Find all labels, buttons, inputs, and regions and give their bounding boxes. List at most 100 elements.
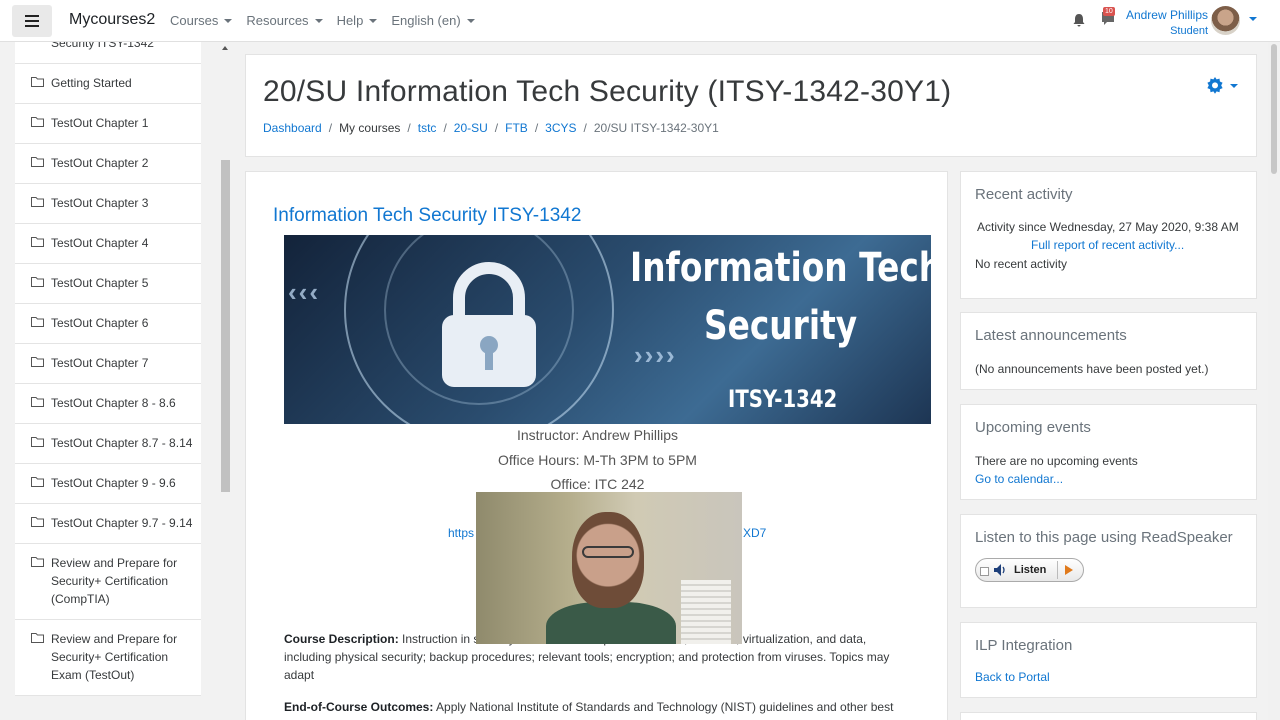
course-banner-image: ‹‹‹ ›››› Information Tech Security ITSY-…: [284, 235, 931, 424]
folder-icon: [31, 633, 44, 643]
top-navbar: Mycourses2 Courses Resources Help Englis…: [0, 0, 1280, 42]
nav-resources-label: Resources: [246, 13, 309, 28]
drawer-section-item[interactable]: Security ITSY-1342: [15, 42, 201, 64]
webcam-person-head: [572, 512, 644, 608]
webcam-person-body: [546, 602, 676, 644]
caret-down-icon: [1230, 84, 1238, 88]
recent-activity-block: Recent activity Activity since Wednesday…: [960, 171, 1257, 299]
caret-down-icon: [314, 18, 323, 23]
drawer-section-item[interactable]: TestOut Chapter 9 - 9.6: [15, 464, 201, 504]
readspeaker-block: Listen to this page using ReadSpeaker Li…: [960, 514, 1257, 608]
drawer-section-item[interactable]: TestOut Chapter 8.7 - 8.14: [15, 424, 201, 464]
avatar[interactable]: [1211, 6, 1240, 35]
folder-icon: [31, 517, 44, 527]
listen-divider: [1057, 561, 1058, 579]
folder-icon: [31, 237, 44, 247]
course-outcomes: End-of-Course Outcomes: Apply National I…: [284, 698, 914, 716]
drawer-section-label: Getting Started: [51, 76, 132, 90]
drawer-section-label: TestOut Chapter 1: [51, 116, 149, 130]
listen-button[interactable]: Listen: [975, 558, 1084, 582]
no-announcements-text: (No announcements have been posted yet.): [975, 362, 1209, 376]
breadcrumb-my-courses: My courses: [339, 121, 401, 135]
message-count-badge: 10: [1103, 7, 1115, 16]
breadcrumb-20su[interactable]: 20-SU: [454, 121, 488, 135]
drawer-scroll-thumb[interactable]: [221, 160, 230, 492]
go-to-calendar-link[interactable]: Go to calendar...: [975, 472, 1063, 486]
folder-icon: [31, 357, 44, 367]
nav-courses[interactable]: Courses: [170, 13, 233, 28]
folder-icon: [31, 117, 44, 127]
nav-language[interactable]: English (en): [391, 13, 475, 28]
folder-icon: [31, 557, 44, 567]
course-drawer: Security ITSY-1342 Getting Started TestOut…: [0, 42, 233, 720]
breadcrumb-ftb[interactable]: FTB: [505, 121, 528, 135]
course-name-link[interactable]: Information Tech Security ITSY-1342: [273, 205, 581, 227]
banner-chevrons-left: ‹‹‹: [288, 277, 320, 307]
site-brand[interactable]: Mycourses2: [69, 11, 155, 29]
page-scrollbar[interactable]: [1268, 42, 1280, 720]
page-header: 20/SU Information Tech Security (ITSY-13…: [245, 54, 1257, 157]
play-icon[interactable]: [1065, 565, 1073, 575]
gear-icon: [1207, 77, 1223, 94]
folder-icon: [31, 317, 44, 327]
block-title: Recent activity: [975, 186, 1073, 203]
office-text: Office: ITC 242: [550, 476, 645, 492]
drawer-section-item[interactable]: TestOut Chapter 7: [15, 344, 201, 384]
no-events-text: There are no upcoming events: [975, 454, 1138, 468]
drawer-section-item[interactable]: TestOut Chapter 4: [15, 224, 201, 264]
listen-options-dropdown[interactable]: [980, 567, 989, 576]
drawer-section-item[interactable]: TestOut Chapter 9.7 - 9.14: [15, 504, 201, 544]
user-caret-down-icon[interactable]: [1249, 17, 1257, 21]
block-title: Upcoming events: [975, 419, 1091, 436]
drawer-section-item[interactable]: TestOut Chapter 1: [15, 104, 201, 144]
back-to-portal-link[interactable]: Back to Portal: [975, 670, 1050, 684]
drawer-section-item[interactable]: TestOut Chapter 5: [15, 264, 201, 304]
caret-down-icon: [224, 18, 233, 23]
course-outcomes-text: Apply National Institute of Standards an…: [433, 700, 894, 714]
page-scroll-thumb[interactable]: [1271, 44, 1277, 174]
menu-toggle-button[interactable]: [12, 5, 52, 37]
office-hours-text: Office Hours: M-Th 3PM to 5PM: [498, 452, 697, 468]
instructor-text: Instructor: Andrew Phillips: [516, 427, 679, 443]
drawer-section-item[interactable]: TestOut Chapter 3: [15, 184, 201, 224]
drawer-section-item[interactable]: Getting Started: [15, 64, 201, 104]
caret-down-icon: [466, 18, 475, 23]
course-outcomes-label: End-of-Course Outcomes:: [284, 700, 434, 714]
drawer-section-label: TestOut Chapter 9 - 9.6: [51, 476, 176, 490]
meeting-link-end[interactable]: XD7: [743, 526, 766, 540]
drawer-section-item[interactable]: TestOut Chapter 8 - 8.6: [15, 384, 201, 424]
nav-courses-label: Courses: [170, 13, 219, 28]
breadcrumb-tstc[interactable]: tstc: [418, 121, 437, 135]
meeting-link-start[interactable]: https: [448, 526, 474, 540]
breadcrumb-3cys[interactable]: 3CYS: [545, 121, 576, 135]
user-menu[interactable]: Andrew Phillips Student: [1126, 8, 1208, 37]
nav-help[interactable]: Help: [337, 13, 378, 28]
breadcrumb: Dashboard / My courses / tstc / 20-SU / FTB /…: [263, 121, 719, 135]
bell-icon: [1073, 14, 1085, 27]
breadcrumb-dashboard[interactable]: Dashboard: [263, 121, 322, 135]
course-settings-button[interactable]: [1206, 77, 1238, 95]
listen-label: Listen: [1014, 564, 1047, 576]
scroll-up-arrow-icon[interactable]: [222, 46, 228, 50]
drawer-section-item[interactable]: Review and Prepare for Security+ Certifi…: [15, 620, 201, 696]
messages-button[interactable]: 10: [1101, 7, 1115, 31]
folder-icon: [31, 197, 44, 207]
nav-resources[interactable]: Resources: [246, 13, 323, 28]
nav-menu: Courses Resources Help English (en): [170, 13, 475, 28]
drawer-section-label: Review and Prepare for Security+ Certifi…: [51, 632, 178, 682]
banner-chevrons-right: ››››: [634, 340, 677, 370]
drawer-section-label: TestOut Chapter 9.7 - 9.14: [51, 516, 193, 530]
drawer-scrollbar[interactable]: [219, 42, 232, 720]
page-title: 20/SU Information Tech Security (ITSY-13…: [263, 75, 952, 108]
full-report-link[interactable]: Full report of recent activity...: [1031, 238, 1184, 252]
drawer-section-label: TestOut Chapter 4: [51, 236, 149, 250]
breadcrumb-separator: /: [328, 121, 333, 135]
caret-down-icon: [369, 18, 378, 23]
drawer-section-item[interactable]: TestOut Chapter 6: [15, 304, 201, 344]
no-recent-activity-text: No recent activity: [975, 257, 1068, 271]
drawer-section-item[interactable]: TestOut Chapter 2: [15, 144, 201, 184]
notifications-button[interactable]: [1073, 14, 1085, 32]
webcam-overlay: [476, 492, 742, 644]
drawer-section-item[interactable]: Review and Prepare for Security+ Certifi…: [15, 544, 201, 620]
drawer-section-label: TestOut Chapter 8.7 - 8.14: [51, 436, 193, 450]
